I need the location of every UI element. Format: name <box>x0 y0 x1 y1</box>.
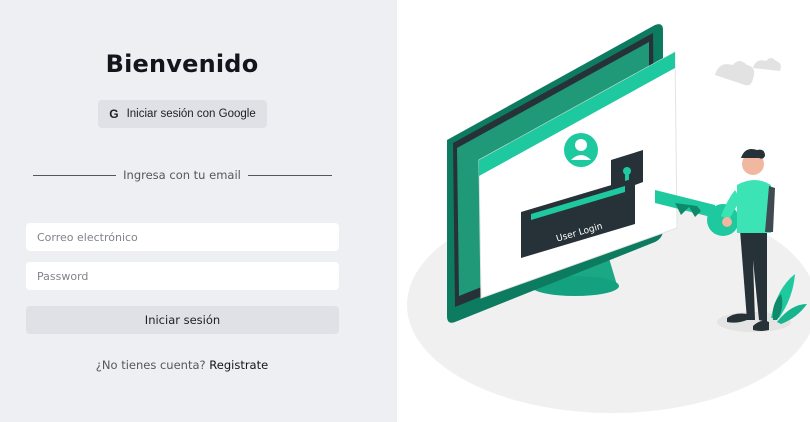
google-icon: G <box>109 107 119 121</box>
illustration-panel: User Login <box>397 0 810 422</box>
password-field[interactable] <box>26 262 339 290</box>
email-field[interactable] <box>26 223 339 251</box>
login-illustration: User Login <box>407 24 810 413</box>
signup-prompt: ¿No tienes cuenta? Registrate <box>0 358 364 372</box>
divider-text: Ingresa con tu email <box>123 168 241 182</box>
signup-link[interactable]: Registrate <box>209 358 268 372</box>
cloud-icon <box>715 58 781 86</box>
login-button[interactable]: Iniciar sesión <box>26 306 339 334</box>
user-avatar-icon <box>564 133 598 167</box>
divider-line-left <box>33 175 116 176</box>
divider-line-right <box>248 175 332 176</box>
google-signin-label: Iniciar sesión con Google <box>126 108 256 120</box>
google-signin-button[interactable]: G Iniciar sesión con Google <box>98 100 267 128</box>
login-panel: Bienvenido G Iniciar sesión con Google I… <box>0 0 397 422</box>
signup-prompt-text: ¿No tienes cuenta? <box>95 358 206 372</box>
email-divider: Ingresa con tu email <box>33 168 332 182</box>
page-title: Bienvenido <box>105 50 259 78</box>
